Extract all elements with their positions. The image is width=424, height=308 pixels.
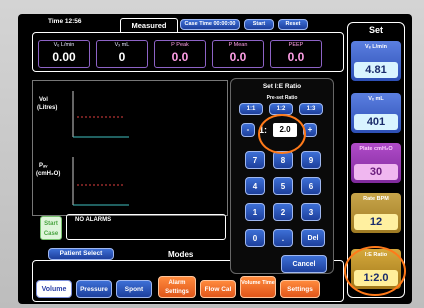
alarm-settings-button[interactable]: Alarm Settings (158, 276, 196, 298)
mode-spont-button[interactable]: Spont (116, 280, 152, 298)
start-case-button[interactable]: Start Case (40, 216, 62, 240)
set-plate-card[interactable]: Plate cmH₂O 30 (351, 143, 401, 183)
cancel-button[interactable]: Cancel (281, 255, 327, 273)
set-vt-value: 401 (354, 114, 398, 130)
key-5[interactable]: 5 (273, 177, 293, 195)
set-rate-value: 12 (354, 214, 398, 230)
volume-time-button[interactable]: Volume Time (240, 276, 276, 298)
modes-title: Modes (168, 250, 194, 259)
reset-button[interactable]: Reset (278, 19, 308, 30)
alarm-box: NO ALARMS (66, 214, 226, 240)
measured-peep-label: PEEP (288, 42, 304, 48)
preset-1-1-button[interactable]: 1:1 (239, 103, 263, 115)
set-vt-card[interactable]: Vₓ mL 401 (351, 93, 401, 133)
measured-vt-value: 0 (118, 50, 126, 64)
key-7[interactable]: 7 (245, 151, 265, 169)
alarm-message: NO ALARMS (75, 217, 112, 223)
measured-ve-value: 0.00 (52, 50, 76, 64)
measured-ve: Vₑ L/min 0.00 (38, 40, 90, 68)
tab-measured[interactable]: Measured (120, 18, 178, 32)
case-time-button[interactable]: Case Time 00:00:00 (180, 19, 240, 30)
ventilator-screen: Time 12:56 Measured Case Time 00:00:00 S… (18, 14, 412, 304)
keypad-title: Set I:E Ratio (262, 83, 302, 90)
measured-ppeak: P Peak 0.0 (154, 40, 206, 68)
preset-label: Pre-set Ratio (266, 95, 298, 101)
key-1[interactable]: 1 (245, 203, 265, 221)
measured-vt-label: Vₓ mL (114, 42, 130, 48)
mode-volume-button[interactable]: Volume (36, 280, 72, 298)
preset-1-3-button[interactable]: 1:3 (299, 103, 323, 115)
key-3[interactable]: 3 (301, 203, 321, 221)
measured-peep: PEEP 0.0 (270, 40, 322, 68)
highlight-ie-ratio-circle (344, 246, 406, 296)
set-ve-card[interactable]: Vₑ L/min 4.81 (351, 41, 401, 81)
key-4[interactable]: 4 (245, 177, 265, 195)
key-9[interactable]: 9 (301, 151, 321, 169)
measured-pmean: P Mean 0.0 (212, 40, 264, 68)
measured-ve-label: Vₑ L/min (53, 42, 75, 48)
flow-cal-button[interactable]: Flow Cal (200, 280, 236, 298)
patient-select-button[interactable]: Patient Select (48, 248, 114, 260)
measured-ppeak-label: P Peak (171, 42, 189, 48)
set-ve-value: 4.81 (354, 62, 398, 78)
waveform-graph: Vol (Litres) Pₐᵥ (cmH₂O) (32, 80, 228, 216)
set-rate-label: Rate BPM (363, 196, 389, 202)
set-plate-label: Plate cmH₂O (359, 146, 393, 152)
mode-pressure-button[interactable]: Pressure (76, 280, 112, 298)
set-plate-value: 30 (354, 164, 398, 180)
measured-pmean-label: P Mean (228, 42, 248, 48)
key-2[interactable]: 2 (273, 203, 293, 221)
key-decimal[interactable]: . (273, 229, 293, 247)
waveform-plot (72, 91, 129, 206)
measured-vt: Vₓ mL 0 (96, 40, 148, 68)
measured-pmean-value: 0.0 (229, 50, 247, 64)
decrement-button[interactable]: - (241, 123, 255, 137)
set-title: Set (368, 25, 383, 35)
measured-peep-value: 0.0 (287, 50, 305, 64)
device-bezel: Time 12:56 Measured Case Time 00:00:00 S… (0, 0, 424, 308)
ie-ratio-keypad: Set I:E Ratio Pre-set Ratio 1:1 1:2 1:3 … (230, 78, 334, 274)
measured-ppeak-value: 0.0 (171, 50, 189, 64)
set-ve-label: Vₑ L/min (365, 44, 387, 50)
set-vt-label: Vₓ mL (368, 96, 384, 102)
settings-button[interactable]: Settings (280, 280, 320, 298)
start-button[interactable]: Start (244, 19, 274, 30)
key-6[interactable]: 6 (301, 177, 321, 195)
clock: Time 12:56 (48, 18, 82, 25)
key-delete[interactable]: Del (301, 229, 325, 247)
highlight-ratio-circle (258, 114, 306, 154)
set-rate-card[interactable]: Rate BPM 12 (351, 193, 401, 233)
key-0[interactable]: 0 (245, 229, 265, 247)
